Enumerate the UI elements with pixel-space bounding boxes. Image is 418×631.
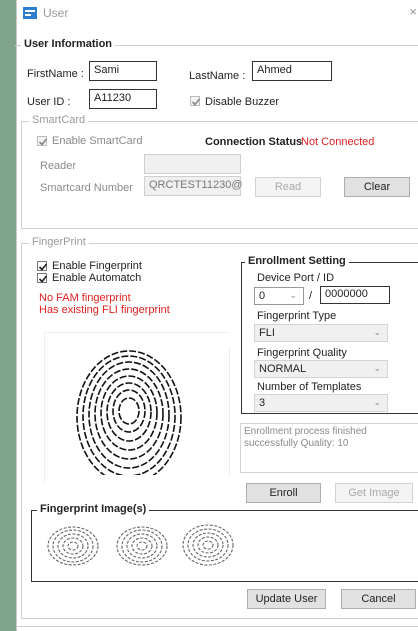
read-button[interactable]: Read (255, 177, 321, 197)
fingerprint-legend: FingerPrint (29, 236, 89, 248)
reader-field[interactable] (144, 154, 241, 174)
checkmark-icon (191, 98, 201, 106)
fingerprint-thumbnail-2 (116, 526, 168, 566)
update-user-button[interactable]: Update User (247, 589, 326, 609)
connection-status-value: Not Connected (301, 136, 375, 148)
enrollment-setting-legend: Enrollment Setting (245, 255, 349, 267)
fingerprint-thumbnail-3 (182, 524, 234, 566)
fingerprint-type-label: Fingerprint Type (257, 310, 337, 322)
device-port-value: 0 (259, 290, 266, 302)
enable-fingerprint-label: Enable Fingerprint (52, 260, 142, 272)
firstname-label: FirstName : (27, 68, 84, 80)
user-dialog: User × User Information FirstName : Sami… (15, 0, 418, 631)
smartcard-number-label: Smartcard Number (40, 182, 133, 194)
fingerprint-images-legend: Fingerprint Image(s) (37, 503, 150, 515)
userid-field[interactable]: A11230 (89, 89, 157, 109)
checkmark-icon (38, 263, 48, 271)
title-bar[interactable]: User × (17, 0, 418, 26)
enable-automatch-label: Enable Automatch (52, 272, 142, 284)
fingerprint-preview (44, 332, 231, 485)
close-icon[interactable]: × (409, 4, 417, 19)
enable-smartcard-label: Enable SmartCard (52, 135, 143, 147)
userid-label: User ID : (27, 96, 71, 108)
enable-fingerprint-checkbox[interactable] (37, 261, 48, 271)
disable-buzzer-checkbox[interactable] (190, 96, 201, 106)
fingerprint-image (45, 333, 231, 485)
no-fam-message: No FAM fingerprint (39, 292, 131, 304)
clear-button[interactable]: Clear (344, 177, 410, 197)
firstname-field[interactable]: Sami (89, 61, 157, 81)
smartcard-number-field[interactable]: QRCTEST11230@ (144, 176, 243, 196)
chevron-down-icon: ⌄ (373, 363, 381, 373)
disable-buzzer-label: Disable Buzzer (205, 96, 279, 108)
number-of-templates-label: Number of Templates (257, 381, 362, 393)
enrollment-status-message: Enrollment process finished successfully… (240, 423, 418, 473)
checkmark-icon (38, 138, 48, 146)
enroll-button[interactable]: Enroll (246, 483, 321, 503)
checkmark-icon (38, 275, 48, 283)
window-bottom-border (17, 626, 418, 627)
device-port-select[interactable]: 0 ⌄ (254, 287, 304, 305)
fingerprint-type-select[interactable]: FLI ⌄ (254, 324, 388, 342)
device-port-label: Device Port / ID (257, 272, 335, 284)
device-id-field[interactable]: 0000000 (320, 286, 390, 304)
user-information-legend: User Information (21, 38, 116, 50)
cancel-button[interactable]: Cancel (341, 589, 416, 609)
fingerprint-quality-select[interactable]: NORMAL ⌄ (254, 360, 388, 378)
existing-fli-message: Has existing FLI fingerprint (39, 304, 170, 316)
window-title: User (43, 6, 69, 20)
enable-smartcard-checkbox[interactable] (37, 136, 48, 146)
reader-label: Reader (40, 160, 77, 172)
lastname-label: LastName : (189, 70, 246, 82)
desktop-background (0, 0, 16, 631)
smartcard-legend: SmartCard (29, 114, 89, 126)
enable-automatch-checkbox[interactable] (37, 273, 48, 283)
fingerprint-thumbnail-1 (47, 526, 99, 566)
device-separator: / (309, 290, 313, 302)
chevron-down-icon: ⌄ (373, 397, 381, 407)
fingerprint-type-value: FLI (259, 327, 275, 339)
connection-status-label: Connection Status (205, 136, 303, 148)
chevron-down-icon: ⌄ (373, 327, 381, 337)
number-of-templates-select[interactable]: 3 ⌄ (254, 394, 388, 412)
number-of-templates-value: 3 (259, 397, 266, 409)
chevron-down-icon: ⌄ (289, 290, 297, 300)
fingerprint-quality-value: NORMAL (259, 363, 307, 375)
get-image-button[interactable]: Get Image (335, 483, 413, 503)
lastname-field[interactable]: Ahmed (252, 61, 332, 81)
user-app-icon (23, 7, 37, 19)
fingerprint-quality-label: Fingerprint Quality (257, 347, 347, 359)
